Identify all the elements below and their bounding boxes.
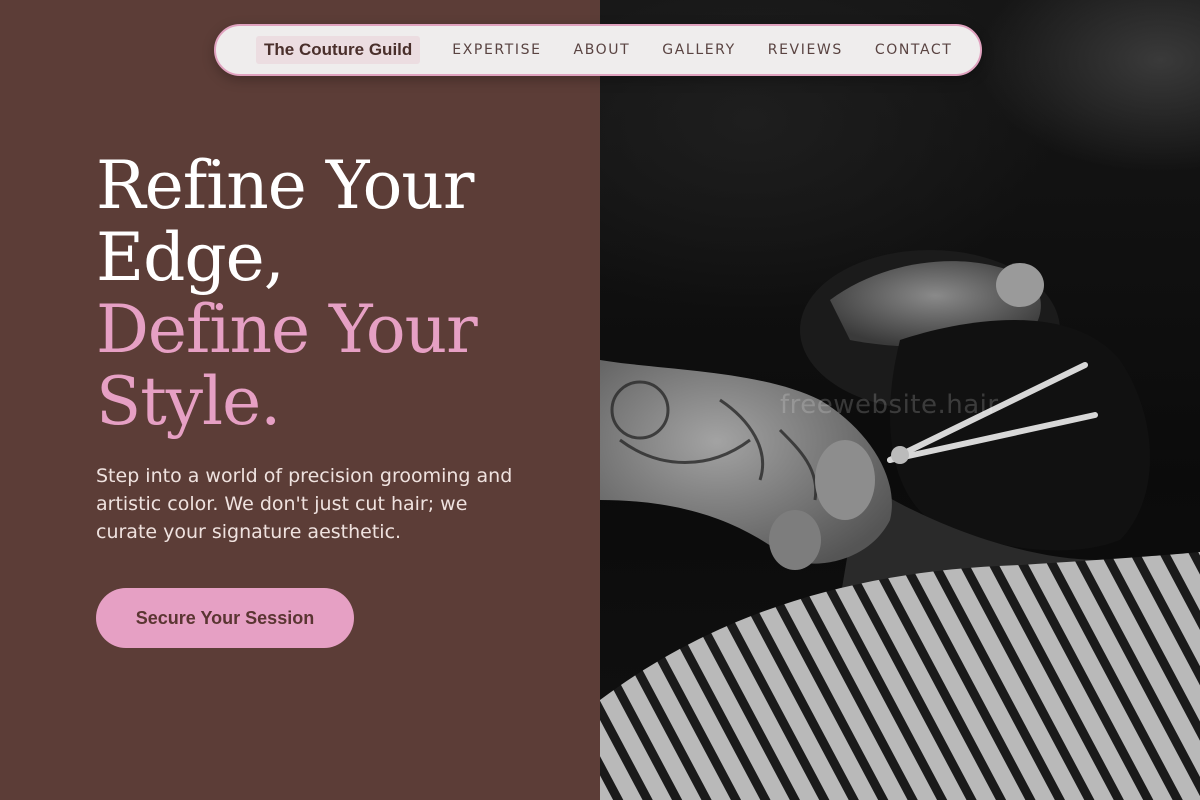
- hero-subcopy: Step into a world of precision grooming …: [96, 465, 513, 543]
- nav-link-reviews[interactable]: REVIEWS: [768, 42, 843, 58]
- headline-line-2: Edge,: [96, 219, 285, 296]
- brand-logo[interactable]: The Couture Guild: [256, 36, 421, 64]
- hero-section: Refine Your Edge, Define Your Style. Ste…: [96, 150, 556, 565]
- page: freewebsite.hair The Couture Guild EXPER…: [0, 0, 1200, 800]
- nav-link-expertise[interactable]: EXPERTISE: [452, 42, 541, 58]
- headline-line-1: Refine Your: [96, 147, 474, 224]
- headline-line-4: Style.: [96, 363, 281, 440]
- nav-link-about[interactable]: ABOUT: [574, 42, 631, 58]
- hero-photo: freewebsite.hair: [600, 0, 1200, 800]
- nav-link-contact[interactable]: CONTACT: [875, 42, 953, 58]
- secure-session-button[interactable]: Secure Your Session: [96, 588, 354, 648]
- headline-line-3: Define Your: [96, 291, 478, 368]
- top-navbar: The Couture Guild EXPERTISE ABOUT GALLER…: [214, 24, 982, 76]
- watermark-text: freewebsite.hair: [780, 390, 999, 420]
- nav-links: EXPERTISE ABOUT GALLERY REVIEWS CONTACT: [452, 42, 952, 58]
- nav-link-gallery[interactable]: GALLERY: [662, 42, 735, 58]
- hero-headline: Refine Your Edge, Define Your Style.: [96, 150, 556, 438]
